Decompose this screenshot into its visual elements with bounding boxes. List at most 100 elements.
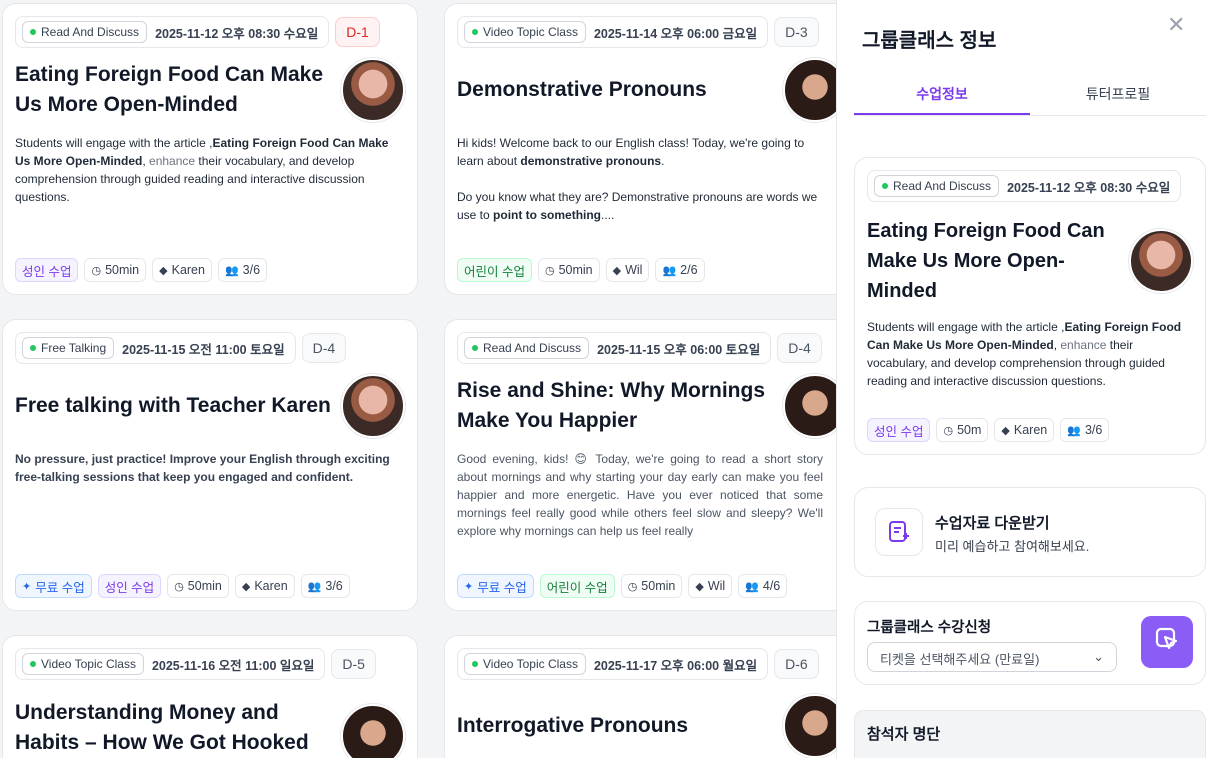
class-description: Hi kids! Welcome back to our English cla… (457, 136, 818, 222)
seats-tag: 👥 3/6 (1060, 418, 1110, 442)
kid-tag: 어린이 수업 (457, 258, 532, 282)
category-label: Video Topic Class (41, 657, 136, 671)
tutor-tag: ◆ Wil (688, 574, 733, 598)
class-title: Understanding Money and Habits – How We … (15, 701, 309, 754)
category-pill: Read And Discuss (22, 21, 148, 43)
category-label: Read And Discuss (41, 25, 140, 39)
class-meta: Video Topic Class 2025-11-16 오전 11:00 일요… (15, 648, 326, 680)
class-card[interactable]: Video Topic Class 2025-11-17 오후 06:00 월요… (444, 635, 860, 758)
class-description: Students will engage with the article ,E… (15, 136, 389, 204)
people-icon: 👥 (224, 264, 239, 277)
category-pill: Video Topic Class (464, 21, 586, 43)
panel-tabs: 수업정보 튜터프로필 (854, 74, 1206, 116)
category-label: Read And Discuss (893, 179, 992, 193)
seats-tag: 👥 3/6 (217, 258, 268, 282)
tag-row: ✦ 무료 수업 어린이 수업 ◷ 50min ◆ Wil 👥 4/6 (457, 574, 788, 598)
sparkle-icon: ✦ (22, 580, 32, 593)
cursor-click-icon (1154, 626, 1180, 658)
class-title: Interrogative Pronouns (457, 714, 689, 737)
tag-row: 성인 수업 ◷ 50m ◆ Karen 👥 3/6 (867, 418, 1110, 442)
category-pill: Read And Discuss (874, 175, 1000, 197)
people-icon: 👥 (1067, 424, 1081, 437)
tutor-avatar (341, 58, 405, 122)
status-dot (30, 29, 36, 35)
class-meta: Read And Discuss 2025-11-12 오후 08:30 수요일 (867, 170, 1182, 202)
class-card[interactable]: Free Talking 2025-11-15 오전 11:00 토요일 D-4… (2, 319, 418, 611)
seats-tag: 👥 4/6 (738, 574, 788, 598)
tutor-avatar (1129, 229, 1193, 293)
class-info-panel: 그룹클래스 정보 ✕ 수업정보 튜터프로필 Read And Discuss 2… (836, 0, 1209, 758)
graduation-cap-icon: ◆ (1001, 424, 1010, 437)
dday-badge: D-6 (774, 649, 819, 679)
download-materials-card[interactable]: 수업자료 다운받기 미리 예습하고 참여해보세요. (854, 487, 1206, 577)
tutor-tag: ◆ Wil (605, 258, 650, 282)
class-title: Demonstrative Pronouns (457, 78, 707, 101)
close-icon[interactable]: ✕ (1167, 12, 1185, 38)
people-icon: 👥 (662, 264, 677, 277)
class-meta: Read And Discuss 2025-11-12 오후 08:30 수요일 (15, 16, 330, 48)
dday-badge: D-1 (335, 17, 380, 47)
chevron-down-icon: ⌄ (1093, 649, 1104, 664)
download-title: 수업자료 다운받기 (935, 515, 1050, 532)
document-icon (875, 508, 923, 556)
graduation-cap-icon: ◆ (612, 264, 622, 277)
tutor-tag: ◆ Karen (994, 418, 1055, 442)
class-card[interactable]: Video Topic Class 2025-11-16 오전 11:00 일요… (2, 635, 418, 758)
graduation-cap-icon: ◆ (695, 580, 704, 593)
duration-tag: ◷ 50min (620, 574, 683, 598)
people-icon: 👥 (745, 580, 759, 593)
duration-tag: ◷ 50min (167, 574, 229, 598)
class-date: 2025-11-15 오전 11:00 토요일 (122, 342, 285, 357)
class-description: Good evening, kids! 😊 Today, we're going… (457, 452, 823, 538)
class-description: Students will engage with the article ,E… (867, 320, 1182, 388)
class-card[interactable]: Read And Discuss 2025-11-15 오후 06:00 토요일… (444, 319, 860, 611)
ticket-select[interactable]: 티켓을 선택해주세요 (만료일) ⌄ (867, 642, 1117, 672)
tag-row: 어린이 수업 ◷ 50min ◆ Wil 👥 2/6 (457, 258, 705, 282)
class-card[interactable]: Video Topic Class 2025-11-14 오후 06:00 금요… (444, 3, 860, 295)
category-pill: Free Talking (22, 337, 115, 359)
class-title: Eating Foreign Food Can Make Us More Ope… (15, 63, 324, 116)
tutor-avatar (341, 704, 405, 758)
class-meta: Read And Discuss 2025-11-15 오후 06:00 토요일 (457, 332, 772, 364)
graduation-cap-icon: ◆ (159, 264, 168, 277)
dday-badge: D-4 (301, 333, 347, 363)
class-card[interactable]: Read And Discuss 2025-11-12 오후 08:30 수요일… (2, 3, 418, 295)
free-tag: ✦ 무료 수업 (15, 574, 92, 598)
tab-tutor-profile[interactable]: 튜터프로필 (1030, 74, 1206, 115)
class-title: Free talking with Teacher Karen (15, 394, 331, 417)
people-icon: 👥 (307, 580, 322, 593)
duration-tag: ◷ 50m (936, 418, 989, 442)
download-subtitle: 미리 예습하고 참여해보세요. (935, 539, 1090, 554)
adult-tag: 성인 수업 (15, 258, 79, 282)
tag-row: ✦ 무료 수업 성인 수업 ◷ 50min ◆ Karen 👥 3/6 (15, 574, 350, 598)
tutor-avatar (341, 374, 405, 438)
status-dot (882, 183, 888, 189)
seats-tag: 👥 2/6 (655, 258, 705, 282)
tag-row: 성인 수업 ◷ 50min ◆ Karen 👥 3/6 (15, 258, 268, 282)
class-date: 2025-11-14 오후 06:00 금요일 (593, 26, 758, 41)
dday-badge: D-3 (774, 17, 819, 47)
category-label: Video Topic Class (483, 25, 578, 39)
sparkle-icon: ✦ (464, 580, 474, 593)
graduation-cap-icon: ◆ (241, 580, 251, 593)
category-label: Read And Discuss (483, 341, 582, 355)
class-title: Rise and Shine: Why Mornings Make You Ha… (457, 379, 766, 432)
duration-tag: ◷ 50min (537, 258, 600, 282)
seats-tag: 👥 3/6 (300, 574, 350, 598)
participants-section: 참석자 명단 (854, 710, 1206, 758)
status-dot (472, 345, 478, 351)
enroll-button[interactable] (1141, 616, 1193, 668)
category-pill: Video Topic Class (22, 653, 144, 675)
status-dot (472, 29, 478, 35)
tutor-tag: ◆ Karen (234, 574, 295, 598)
panel-title: 그룹클래스 정보 (862, 30, 997, 52)
class-date: 2025-11-17 오후 06:00 월요일 (593, 658, 758, 673)
duration-tag: ◷ 50min (84, 258, 147, 282)
category-label: Free Talking (41, 341, 107, 355)
clock-icon: ◷ (91, 264, 102, 277)
participants-title: 참석자 명단 (867, 726, 941, 743)
class-date: 2025-11-16 오전 11:00 일요일 (151, 658, 315, 673)
dday-badge: D-5 (331, 649, 376, 679)
class-meta: Free Talking 2025-11-15 오전 11:00 토요일 (15, 332, 296, 364)
tab-class-info[interactable]: 수업정보 (854, 74, 1030, 115)
